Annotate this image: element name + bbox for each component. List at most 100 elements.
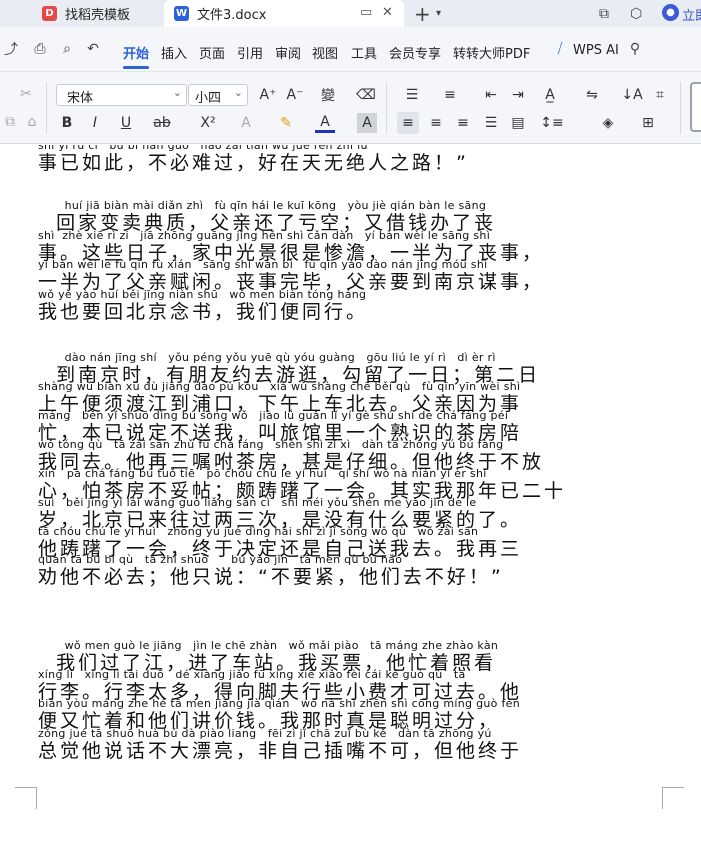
align-right-icon[interactable]: ≡ [453, 113, 473, 133]
text-line: shàng wǔ biàn xū dù jiāng dào pǔ kǒu xià… [38, 380, 662, 415]
align-left-icon[interactable]: ≡ [398, 113, 418, 133]
text-line: tā chóu chú le yí huì zhōng yú jué dìng … [38, 525, 662, 560]
increase-indent-icon[interactable]: ⇥ [508, 85, 528, 105]
menu-home[interactable]: 开始 [123, 43, 149, 62]
text-line: yí bàn wèi le fù qīn fù xián sāng shì wá… [38, 258, 662, 293]
undo-icon[interactable]: ↶ [84, 40, 102, 58]
text-line: xíng li xíng li tài duō dé xiàng jiǎo fū… [38, 668, 662, 703]
text-line: wǒ yě yào huí běi jīng niàn shū wǒ men b… [38, 288, 662, 323]
format-painter-icon[interactable]: ⌂ [22, 112, 42, 132]
search-icon[interactable]: ⚲ [626, 40, 644, 58]
change-case-icon[interactable]: A̲ [540, 85, 560, 105]
chevron-down-icon: ⌄ [172, 86, 182, 99]
page-corner-mark [15, 787, 37, 809]
chinese-text: 我也要回北京念书，我们便同行。 [38, 301, 369, 323]
menu-wps-ai[interactable]: WPS AI [573, 43, 619, 58]
tab-bar: D 找稻壳模板 W 文件3.docx ▭ ✕ + ▾ ⧉ ⬡ ● 立即 [0, 0, 701, 27]
menu-insert[interactable]: 插入 [161, 43, 187, 62]
shading-icon[interactable]: ◈ [598, 113, 618, 133]
tab-label: 找稻壳模板 [65, 8, 131, 23]
pinyin-guide-icon[interactable]: 變 [318, 85, 338, 105]
menu-review[interactable]: 审阅 [275, 43, 301, 62]
increase-font-icon[interactable]: A⁺ [258, 85, 278, 105]
numbered-list-icon[interactable]: ≡ [440, 85, 460, 105]
show-marks-icon[interactable]: ⌗ [650, 85, 670, 105]
menu-member[interactable]: 会员专享 [389, 43, 441, 62]
text-line: zǒng jué tā shuō huà bú dà piào liang fē… [38, 727, 662, 762]
highlight-icon[interactable]: ✎ [276, 113, 296, 133]
save-icon[interactable]: ⤴ [2, 40, 20, 58]
new-tab-button[interactable]: + [414, 0, 431, 27]
sort-icon[interactable]: ↓A [621, 85, 642, 105]
text-line: dào nán jīng shí yǒu péng yǒu yuē qù yóu… [38, 351, 662, 386]
tab-document[interactable]: W 文件3.docx ▭ ✕ [164, 0, 404, 27]
text-line: biàn yòu máng zhe hé tā men jiǎng jià qi… [38, 697, 662, 732]
chinese-text: 事已如此，不必难过，好在天无绝人之路！” [38, 152, 469, 174]
separator [46, 82, 47, 134]
text-line: xīn pà chá fáng bú tuǒ tiē pō chóu chú l… [38, 467, 662, 502]
menu-pdf-converter[interactable]: 转转大师PDF [453, 43, 530, 62]
copy-icon[interactable]: ⧉ [0, 112, 20, 132]
active-tab-indicator [123, 66, 149, 69]
bold-icon[interactable]: B [57, 113, 77, 133]
decrease-font-icon[interactable]: A⁻ [285, 85, 305, 105]
text-line: máng běn yǐ shuō dìng bú sòng wǒ jiào lǚ… [38, 409, 662, 444]
text-direction-icon[interactable]: ⇋ [582, 85, 602, 105]
text-line: wǒ tóng qù tā zài sān zhǔ fù chá fáng sh… [38, 438, 662, 473]
text-line: huí jiā biàn mài diǎn zhì fù qīn hái le … [38, 199, 662, 234]
separator [680, 82, 681, 134]
bullet-list-icon[interactable]: ☰ [402, 85, 422, 105]
style-gallery-box[interactable] [690, 82, 701, 132]
wps-ai-icon: ⧸ [557, 41, 563, 57]
print-icon[interactable]: ⎙ [31, 40, 49, 58]
char-shading-icon[interactable]: A [357, 113, 377, 133]
justify-icon[interactable]: ☰ [481, 113, 501, 133]
font-name-value: 宋体 [67, 91, 94, 106]
menu-tools[interactable]: 工具 [351, 43, 377, 62]
cut-icon[interactable]: ✂ [16, 84, 36, 104]
menu-page[interactable]: 页面 [199, 43, 225, 62]
text-line: wǒ men guò le jiāng jìn le chē zhàn wǒ m… [38, 639, 662, 674]
word-doc-icon: W [174, 6, 189, 21]
close-icon[interactable]: ✕ [382, 5, 393, 20]
text-line: shì yǐ rú cǐ bú bì nán guò hǎo zài tiān … [38, 145, 662, 174]
separator [386, 82, 387, 134]
clear-format-icon[interactable]: ⌫ [356, 85, 376, 105]
decrease-indent-icon[interactable]: ⇤ [481, 85, 501, 105]
tab-template-store[interactable]: D 找稻壳模板 [28, 0, 160, 27]
text-line: quàn tā bú bì qù tā zhǐ shuō bú yào jǐn … [38, 553, 662, 588]
line-spacing-icon[interactable]: ↕≡ [540, 113, 563, 133]
align-center-icon[interactable]: ≡ [426, 113, 446, 133]
chinese-text: 劝他不必去；他只说：“不要紧，他们去不好！” [38, 566, 504, 588]
menu-references[interactable]: 引用 [237, 43, 263, 62]
font-size-value: 小四 [195, 91, 222, 106]
chinese-text: 总觉他说话不大漂亮，非自己插嘴不可，但他终于 [38, 740, 523, 762]
print-preview-icon[interactable]: ⌕ [58, 40, 76, 58]
menu-bar: ⤴ ⎙ ⌕ ↶ 开始 插入 页面 引用 审阅 视图 工具 会员专享 转转大师PD… [0, 27, 701, 72]
borders-icon[interactable]: ⊞ [638, 113, 658, 133]
font-name-select[interactable]: 宋体 ⌄ [56, 84, 187, 106]
italic-icon[interactable]: I [85, 113, 105, 133]
avatar[interactable]: ● [662, 4, 679, 21]
chevron-down-icon: ⌄ [233, 86, 243, 99]
user-login-label[interactable]: 立即 [682, 5, 701, 24]
docer-logo-icon: D [42, 6, 57, 21]
superscript-icon[interactable]: X² [198, 113, 218, 133]
font-size-select[interactable]: 小四 ⌄ [188, 84, 248, 106]
text-line: shì zhè xiē rì zi jiā zhōng guāng jǐng h… [38, 229, 662, 264]
window-switch-icon[interactable]: ⧉ [599, 0, 609, 27]
chevron-down-icon[interactable]: ▾ [436, 0, 441, 27]
document-page[interactable]: shì yǐ rú cǐ bú bì nán guò hǎo zài tiān … [0, 145, 701, 859]
ribbon-toolbar: ✂ ⧉ ⌂ 宋体 ⌄ 小四 ⌄ A⁺ A⁻ 變 ⌫ B I U ab X² A … [0, 72, 701, 144]
tab-window-icon[interactable]: ▭ [360, 5, 372, 20]
tab-label: 文件3.docx [197, 8, 267, 23]
distributed-icon[interactable]: ▤ [508, 113, 528, 133]
underline-icon[interactable]: U [116, 113, 136, 133]
strikethrough-icon[interactable]: ab [152, 113, 172, 133]
page-corner-mark [662, 787, 684, 809]
cube-icon[interactable]: ⬡ [630, 0, 642, 27]
menu-view[interactable]: 视图 [312, 43, 338, 62]
text-line: suì běi jīng yǐ lái wǎng guò liǎng sān c… [38, 496, 662, 531]
font-color-icon[interactable]: A [315, 113, 335, 133]
text-effect-icon[interactable]: A [236, 113, 256, 133]
